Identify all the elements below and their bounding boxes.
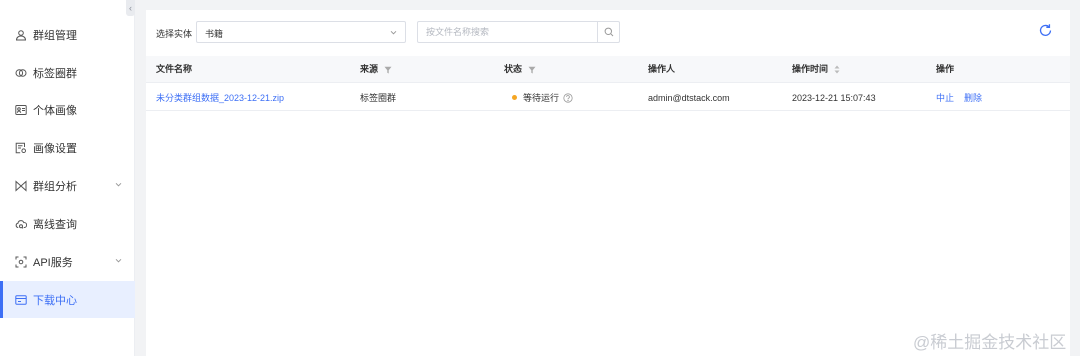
filter-icon[interactable]: [384, 66, 392, 74]
sidebar-item-label: 群组分析: [33, 180, 77, 193]
column-file-name: 文件名称: [156, 64, 193, 74]
bowtie-icon: [15, 179, 27, 192]
group-icon: [15, 29, 27, 41]
collapse-sidebar-button[interactable]: ‹: [126, 0, 135, 16]
sidebar-item-group-analysis[interactable]: 群组分析: [0, 167, 135, 204]
chevron-down-icon: [115, 182, 122, 187]
entity-select-value: 书籍: [205, 29, 224, 39]
filter-icon[interactable]: [528, 66, 536, 74]
refresh-icon[interactable]: [1038, 23, 1053, 38]
status-dot: [512, 95, 517, 101]
sidebar-item-label: 标签圈群: [33, 67, 77, 80]
sidebar-item-download-center[interactable]: 下载中心: [0, 281, 135, 318]
delete-button[interactable]: 删除: [964, 93, 982, 103]
sidebar: ‹ 群组管理 标签圈群 个体画像 画像设置 群组分析 离线查询 API服务 下载…: [0, 0, 135, 356]
status-cell: 等待运行: [512, 85, 573, 111]
actions-cell: 中止 删除: [936, 85, 992, 111]
tag-circle-icon: [15, 67, 27, 79]
download-center-icon: [15, 294, 27, 306]
file-search: [417, 21, 620, 43]
profile-card-icon: [15, 104, 27, 116]
sidebar-item-offline-query[interactable]: 离线查询: [0, 205, 135, 242]
column-operator: 操作人: [648, 64, 676, 74]
profile-settings-icon: [15, 142, 27, 154]
column-status: 状态: [504, 56, 536, 83]
watermark: @稀土掘金技术社区: [913, 333, 1067, 352]
search-input[interactable]: [418, 22, 596, 42]
status-text: 等待运行: [523, 93, 560, 103]
time-cell: 2023-12-21 15:07:43: [792, 93, 876, 103]
sidebar-item-profile-settings[interactable]: 画像设置: [0, 129, 135, 166]
search-button[interactable]: [597, 22, 619, 42]
download-center-panel: 选择实体 书籍 文件名称 来源 状态 操作人 操作时间 操作: [146, 10, 1070, 356]
cloud-query-icon: [15, 218, 27, 230]
sidebar-item-group-management[interactable]: 群组管理: [0, 16, 135, 53]
api-icon: [15, 256, 27, 268]
question-circle-icon[interactable]: [563, 93, 573, 103]
sidebar-item-individual-profile[interactable]: 个体画像: [0, 91, 135, 128]
entity-select-label: 选择实体: [156, 29, 193, 39]
table-header: 文件名称 来源 状态 操作人 操作时间 操作: [146, 56, 1070, 83]
abort-button[interactable]: 中止: [936, 93, 954, 103]
search-icon: [604, 27, 613, 37]
sidebar-item-label: 下载中心: [33, 294, 77, 307]
sidebar-item-label: 画像设置: [33, 142, 77, 155]
entity-select[interactable]: 书籍: [196, 21, 406, 43]
sidebar-item-label: API服务: [33, 256, 73, 269]
sidebar-item-label: 群组管理: [33, 29, 77, 42]
column-source: 来源: [360, 56, 392, 83]
sidebar-item-api-service[interactable]: API服务: [0, 243, 135, 280]
chevron-down-icon: [115, 258, 122, 263]
source-cell: 标签圈群: [360, 93, 397, 103]
sidebar-item-label: 离线查询: [33, 218, 77, 231]
sort-icon[interactable]: [834, 65, 840, 74]
file-name-link[interactable]: 未分类群组数据_2023-12-21.zip: [156, 85, 284, 111]
column-actions: 操作: [936, 64, 955, 74]
sidebar-item-tag-circle[interactable]: 标签圈群: [0, 54, 135, 91]
sidebar-item-label: 个体画像: [33, 104, 77, 117]
column-operation-time[interactable]: 操作时间: [792, 56, 840, 83]
table-row: 未分类群组数据_2023-12-21.zip 标签圈群 等待运行 admin@d…: [146, 85, 1070, 111]
chevron-down-icon: [390, 30, 397, 35]
operator-cell: admin@dtstack.com: [648, 93, 730, 103]
